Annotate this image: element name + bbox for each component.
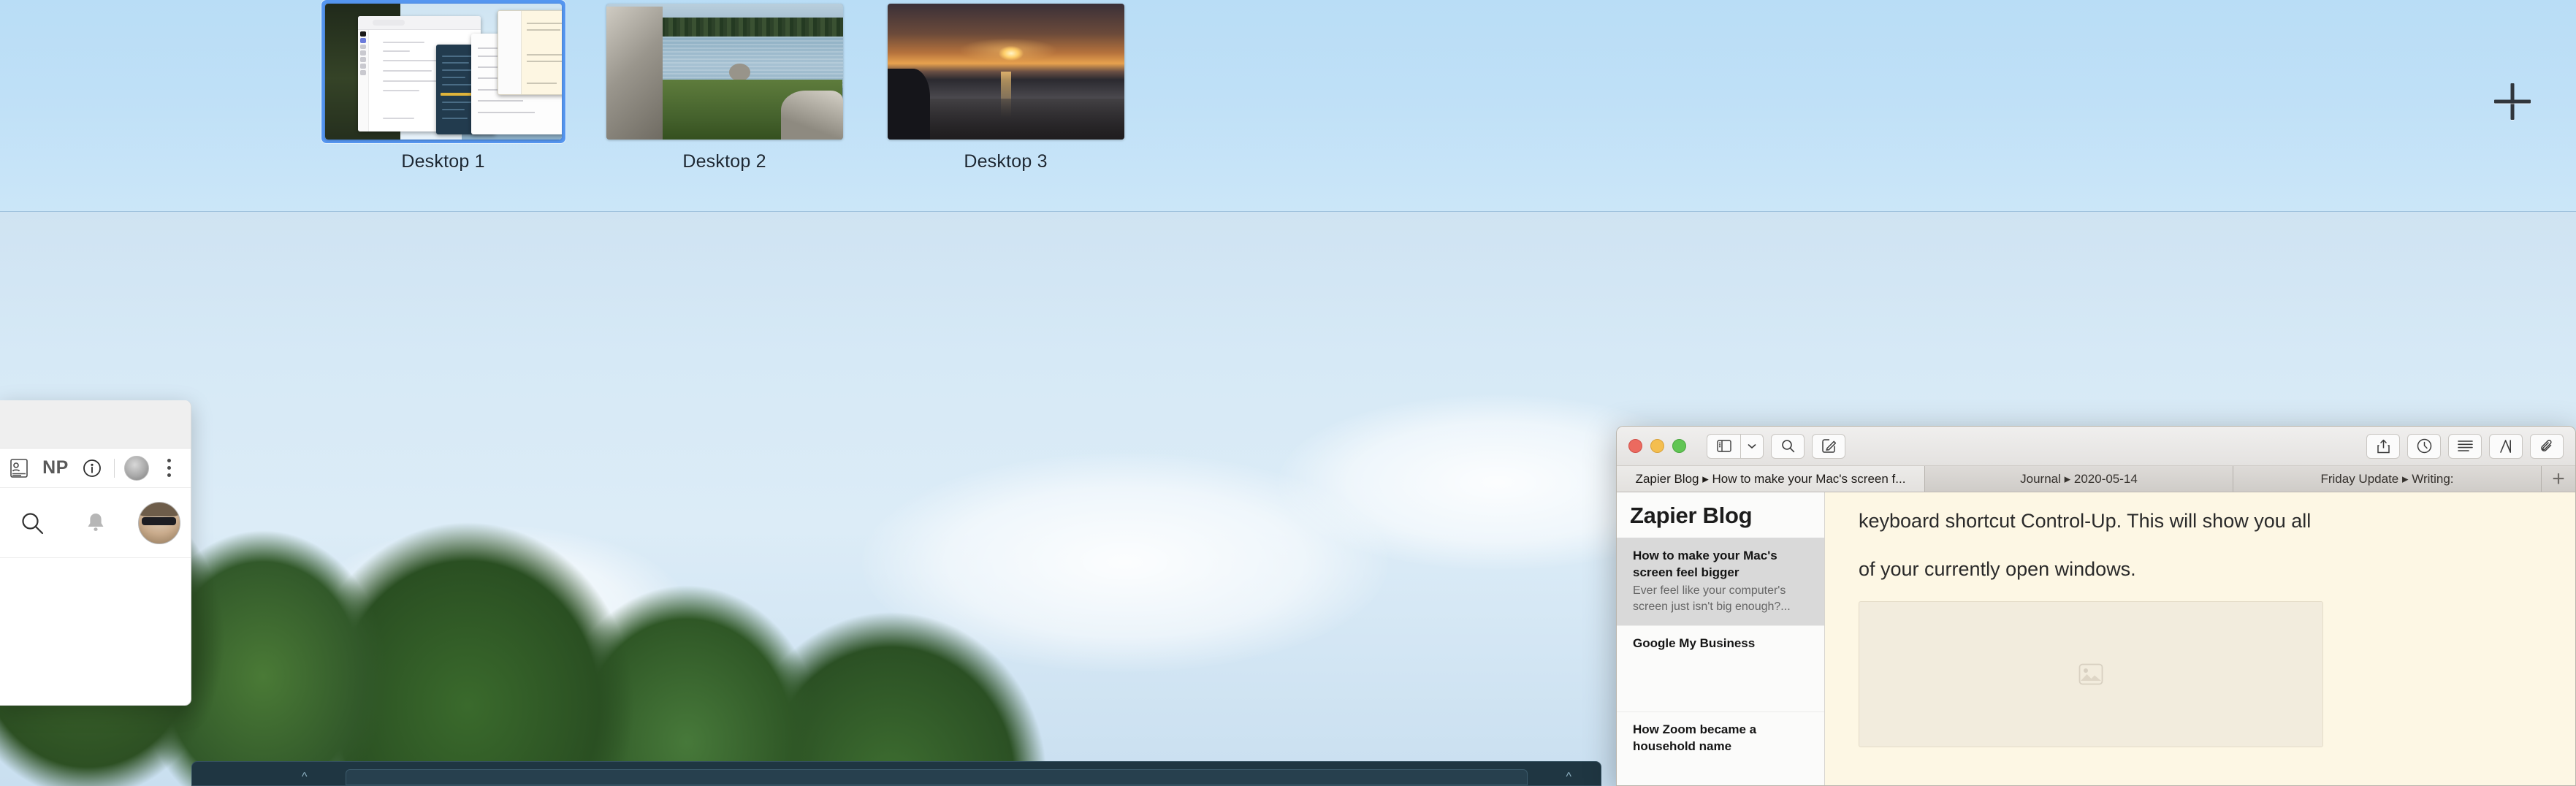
attach-button[interactable] <box>2530 433 2564 459</box>
notes-body: Zapier Blog How to make your Mac's scree… <box>1617 492 2575 785</box>
add-space-button[interactable] <box>2490 79 2535 124</box>
note-content-area[interactable]: keyboard shortcut Control-Up. This will … <box>1825 492 2575 785</box>
space-thumbnail-wrap[interactable] <box>884 0 1128 143</box>
note-paragraph: keyboard shortcut Control-Up. This will … <box>1859 510 2312 532</box>
contact-card-icon[interactable] <box>1 451 37 486</box>
list-item[interactable]: How to make your Mac's screen feel bigge… <box>1617 538 1824 626</box>
sidebar-toggle-button[interactable] <box>1707 433 1740 459</box>
left-panel-titlebar <box>0 400 191 449</box>
user-avatar[interactable] <box>127 501 191 544</box>
notifications-bell-icon[interactable] <box>64 511 127 535</box>
notes-list-title: Zapier Blog <box>1630 503 1753 528</box>
space-desktop-1[interactable]: Desktop 1 <box>302 0 584 172</box>
overflow-menu-icon[interactable] <box>154 459 183 477</box>
minimize-button[interactable] <box>1650 439 1664 453</box>
space-thumbnail[interactable] <box>887 4 1124 140</box>
format-button[interactable] <box>2489 433 2523 459</box>
notes-tab-bar: Zapier Blog ▸ How to make your Mac's scr… <box>1617 466 2575 492</box>
search-icon[interactable] <box>0 510 64 536</box>
space-thumbnail[interactable] <box>324 4 562 140</box>
notes-window[interactable]: Zapier Blog ▸ How to make your Mac's scr… <box>1616 426 2576 786</box>
share-button[interactable] <box>2366 433 2400 459</box>
list-item[interactable]: Google My Business <box>1617 625 1824 711</box>
compose-note-button[interactable] <box>1812 433 1845 459</box>
screen: ^ ^ NP Zapier Blog ▸ How to make your Ma… <box>0 0 2576 786</box>
space-desktop-2[interactable]: Desktop 2 <box>584 0 865 172</box>
notes-tab-1[interactable]: Zapier Blog ▸ How to make your Mac's scr… <box>1617 466 1925 492</box>
space-thumbnail-wrap[interactable] <box>321 0 565 143</box>
list-item-snippet: Ever feel like your computer's screen ju… <box>1633 584 1791 613</box>
search-button[interactable] <box>1771 433 1805 459</box>
chevron-icon: ^ <box>1566 771 1571 783</box>
sidebar-options-button[interactable] <box>1740 433 1764 459</box>
window-traffic-lights <box>1628 439 1686 453</box>
notes-tab-2[interactable]: Journal ▸ 2020-05-14 <box>1925 466 2233 492</box>
note-paragraph: of your currently open windows. <box>1859 557 2136 580</box>
new-tab-button[interactable]: + <box>2542 466 2575 492</box>
space-label: Desktop 3 <box>964 151 1048 172</box>
zoom-button[interactable] <box>1672 439 1686 453</box>
mini-window-notes <box>498 10 562 95</box>
chevron-icon: ^ <box>302 771 308 783</box>
space-thumbnail[interactable] <box>606 4 843 140</box>
list-item-title: Google My Business <box>1633 636 1756 651</box>
sidebar-toggle-group <box>1707 433 1764 459</box>
terminal-window[interactable]: ^ ^ <box>191 761 1601 786</box>
left-app-window[interactable]: NP <box>0 400 191 706</box>
left-panel-tool-row <box>0 488 191 558</box>
list-item[interactable]: How Zoom became a household name <box>1617 711 1824 766</box>
account-initials[interactable]: NP <box>37 457 75 478</box>
notes-list[interactable]: Zapier Blog How to make your Mac's scree… <box>1617 492 1825 785</box>
close-button[interactable] <box>1628 439 1642 453</box>
notes-toolbar <box>1617 427 2575 466</box>
mini-wallpaper-sunset <box>887 4 1124 140</box>
list-item-title: How Zoom became a household name <box>1633 722 1757 753</box>
terminal-input-area[interactable] <box>346 769 1528 785</box>
left-panel-icon-row: NP <box>0 449 191 488</box>
spaces-strip: Desktop 1 Desktop 2 Desktop 3 <box>0 0 2576 191</box>
checklist-button[interactable] <box>2448 433 2482 459</box>
space-thumbnail-wrap[interactable] <box>603 0 847 143</box>
space-label: Desktop 2 <box>682 151 766 172</box>
notes-tab-3[interactable]: Friday Update ▸ Writing: <box>2233 466 2542 492</box>
divider <box>114 458 115 478</box>
mini-wallpaper-lake <box>606 4 843 140</box>
space-desktop-3[interactable]: Desktop 3 <box>865 0 1146 172</box>
space-label: Desktop 1 <box>401 151 485 172</box>
mission-control-spaces-bar: Desktop 1 Desktop 2 Desktop 3 <box>0 0 2576 212</box>
info-circle-icon[interactable] <box>75 451 110 486</box>
profile-thumbnail-icon[interactable] <box>119 451 154 486</box>
lock-note-button[interactable] <box>2407 433 2441 459</box>
list-item-title: How to make your Mac's screen feel bigge… <box>1633 549 1777 579</box>
image-placeholder-icon[interactable] <box>1859 601 2323 748</box>
